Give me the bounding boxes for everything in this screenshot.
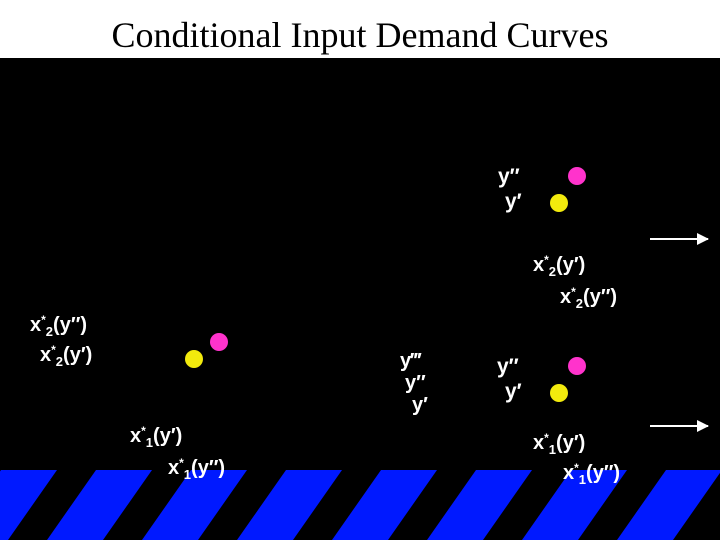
label-ypp-ur: y″ <box>498 165 520 189</box>
dot-magenta-lc <box>210 333 228 351</box>
label-x1-ypp-bl: x*1(y″) <box>168 457 225 480</box>
label-yp-cb: y′ <box>412 394 428 417</box>
label-x1-yp-bl: x*1(y′) <box>130 425 182 448</box>
dot-yellow-lc <box>185 350 203 368</box>
label-x1-yp-br: x*1(y′) <box>533 432 585 455</box>
dot-yellow-lr <box>550 384 568 402</box>
arrow-lower <box>650 425 708 427</box>
label-x2-yp-l: x*2(y′) <box>40 344 92 367</box>
label-x2-ypp-l: x*2(y″) <box>30 314 87 337</box>
label-x1-ypp-br: x*1(y″) <box>563 462 620 485</box>
dot-yellow-ur <box>550 194 568 212</box>
label-yp-lr: y′ <box>505 380 522 404</box>
arrow-upper <box>650 238 708 240</box>
dot-magenta-lr <box>568 357 586 375</box>
dot-magenta-ur <box>568 167 586 185</box>
label-yppp-cb: y‴ <box>400 350 421 373</box>
label-ypp-cb: y″ <box>405 372 426 395</box>
label-x2-yp-r: x*2(y′) <box>533 254 585 277</box>
page-title: Conditional Input Demand Curves <box>0 8 720 60</box>
label-yp-ur: y′ <box>505 190 522 214</box>
label-x2-ypp-r: x*2(y″) <box>560 286 617 309</box>
label-ypp-lr: y″ <box>497 355 519 379</box>
